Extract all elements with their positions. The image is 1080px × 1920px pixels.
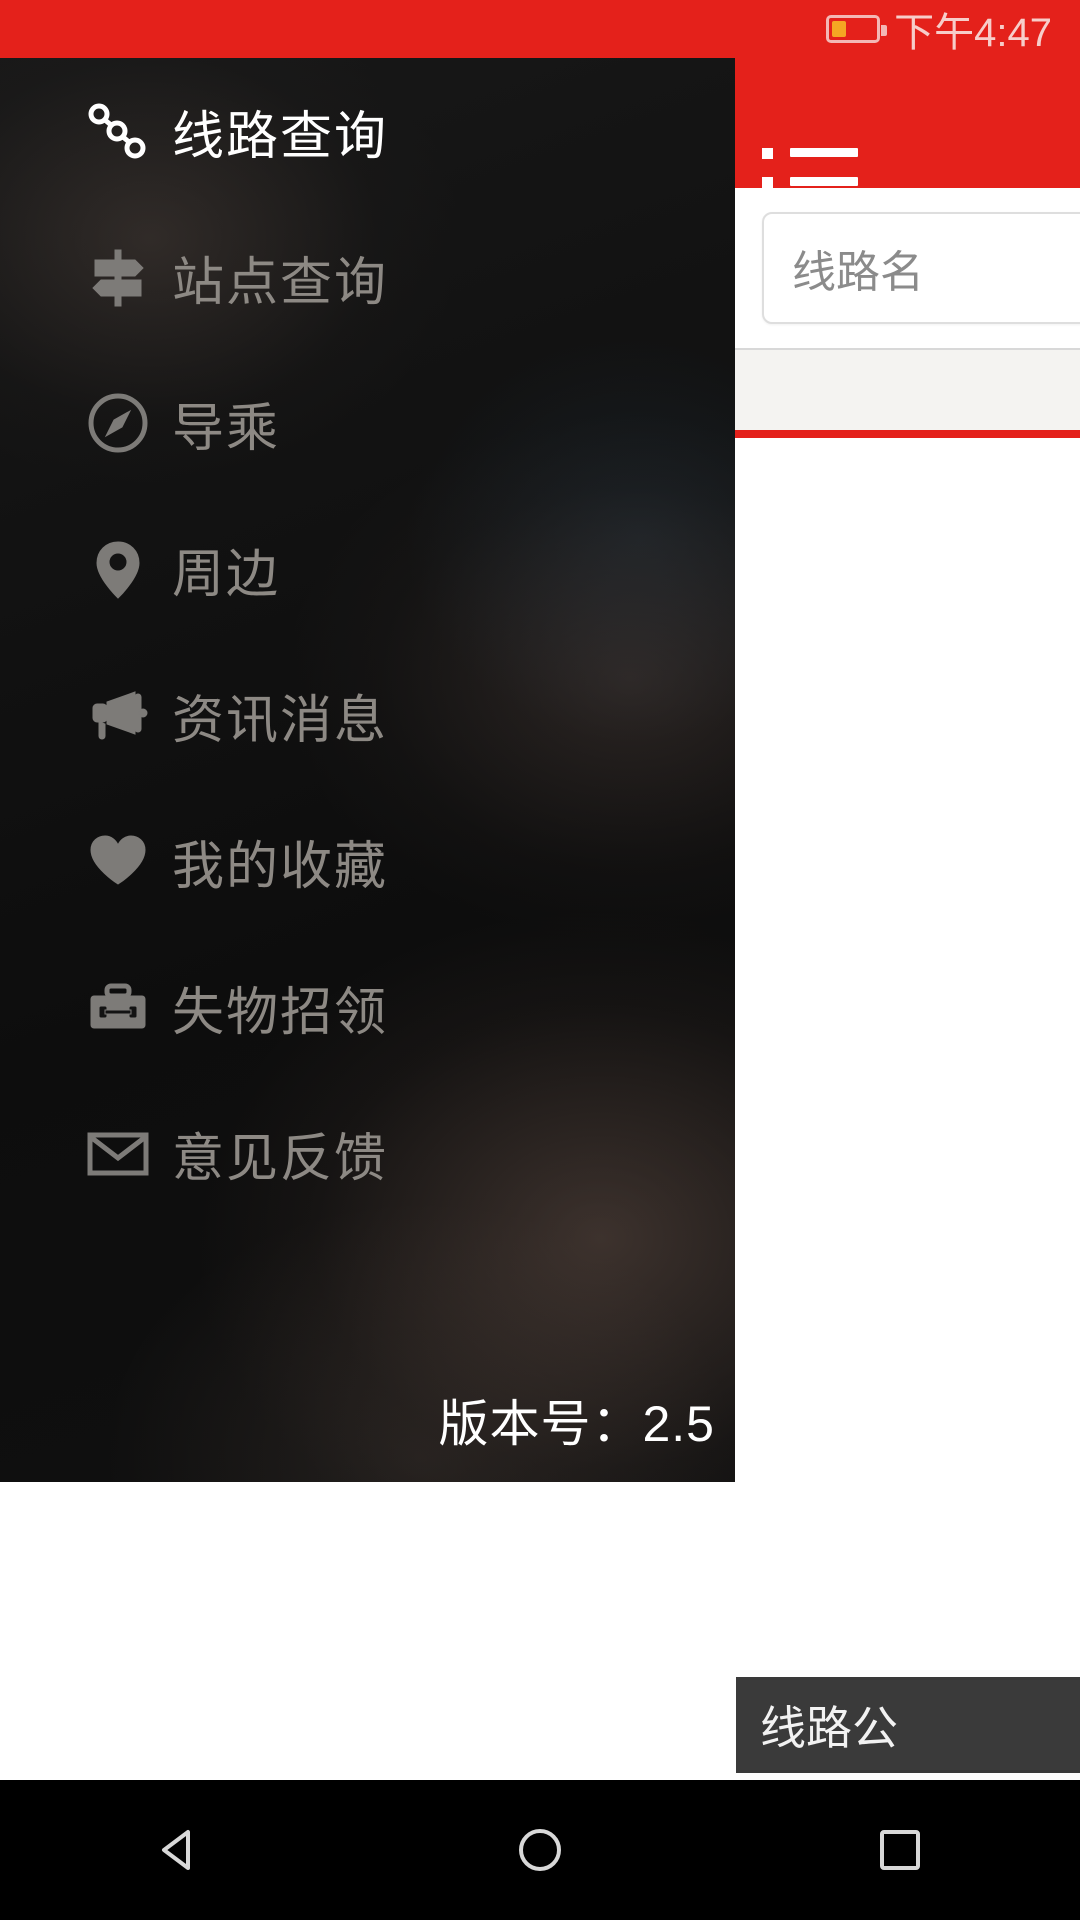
android-nav-bar xyxy=(0,1780,1080,1920)
phone-screen: 线路名 线路公 线路查询 站点查询 导乘 周边 资讯消息 我的收藏 失物招领 意… xyxy=(0,0,1080,1920)
battery-low-icon xyxy=(826,15,888,43)
drawer-menu-list: 线路查询 站点查询 导乘 周边 资讯消息 我的收藏 失物招领 意见反馈 xyxy=(0,58,735,1226)
search-placeholder-text: 线路名 xyxy=(792,248,924,297)
drawer-item-favorites[interactable]: 我的收藏 xyxy=(0,788,735,934)
drawer-item-label: 我的收藏 xyxy=(172,837,389,896)
drawer-item-nearby[interactable]: 周边 xyxy=(0,496,735,642)
drawer-item-label: 失物招领 xyxy=(172,983,389,1042)
battery-fill xyxy=(832,21,847,37)
drawer-item-label: 导乘 xyxy=(172,399,281,458)
app-version-label: 版本号：2.5 xyxy=(438,1396,715,1452)
back-triangle-icon[interactable] xyxy=(110,1780,250,1920)
envelope-icon xyxy=(82,1117,154,1189)
drawer-item-transit-guide[interactable]: 导乘 xyxy=(0,350,735,496)
drawer-item-label: 线路查询 xyxy=(172,107,389,166)
drawer-item-label: 站点查询 xyxy=(172,253,389,312)
drawer-item-news[interactable]: 资讯消息 xyxy=(0,642,735,788)
drawer-item-station-query[interactable]: 站点查询 xyxy=(0,204,735,350)
search-input[interactable]: 线路名 xyxy=(762,212,1080,324)
megaphone-icon xyxy=(82,679,154,751)
route-nodes-icon xyxy=(82,95,154,167)
signpost-icon xyxy=(82,241,154,313)
toast-text: 线路公 xyxy=(760,1702,898,1754)
drawer-item-feedback[interactable]: 意见反馈 xyxy=(0,1080,735,1226)
compass-icon xyxy=(82,387,154,459)
toast-message: 线路公 xyxy=(736,1677,1080,1773)
drawer-inner: 线路查询 站点查询 导乘 周边 资讯消息 我的收藏 失物招领 意见反馈 版本号：… xyxy=(0,58,735,1482)
home-circle-icon[interactable] xyxy=(470,1780,610,1920)
briefcase-icon xyxy=(82,971,154,1043)
map-pin-icon xyxy=(82,533,154,605)
status-bar-clock: 下午4:47 xyxy=(894,11,1052,55)
navigation-drawer[interactable]: 线路查询 站点查询 导乘 周边 资讯消息 我的收藏 失物招领 意见反馈 版本号：… xyxy=(0,58,735,1482)
drawer-item-label: 资讯消息 xyxy=(172,691,389,750)
recents-square-icon[interactable] xyxy=(830,1780,970,1920)
system-status-bar: 下午4:47 xyxy=(0,0,1080,58)
drawer-item-label: 意见反馈 xyxy=(172,1129,389,1188)
drawer-item-lost-and-found[interactable]: 失物招领 xyxy=(0,934,735,1080)
drawer-item-route-query[interactable]: 线路查询 xyxy=(0,58,735,204)
drawer-item-label: 周边 xyxy=(172,545,281,604)
heart-icon xyxy=(82,825,154,897)
